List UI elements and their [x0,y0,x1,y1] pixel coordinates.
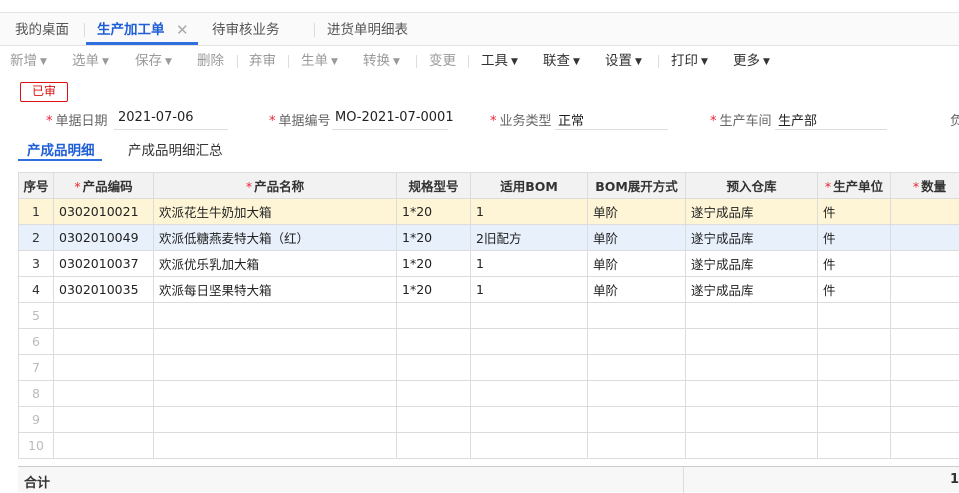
table-row-empty[interactable]: 7 [19,355,959,381]
table-row-empty[interactable]: 5 [19,303,959,329]
active-tab-indicator [86,42,198,45]
toolbar-divider [658,55,659,68]
doc-no-underline [332,129,448,130]
col-product-name[interactable]: *产品名称 [154,173,397,199]
workshop-label: *生产车间 [710,110,772,129]
total-label: 合计 [24,472,50,491]
table-row[interactable]: 2 0302010049 欢派低糖燕麦特大箱（红） 1*20 2旧配方 单阶 遂… [19,225,959,251]
workshop-underline [775,129,887,130]
tab-purchase-detail[interactable]: 进货单明细表 [327,13,408,45]
col-product-code[interactable]: *产品编码 [54,173,154,199]
col-unit[interactable]: *生产单位 [818,173,891,199]
settings-menu[interactable]: 设置▼ [605,46,642,76]
doc-date-label: *单据日期 [46,110,108,129]
chevron-down-icon: ▼ [165,57,172,67]
select-order-button[interactable]: 选单▼ [72,46,109,76]
doc-no-field[interactable]: MO-2021-07-0001 [335,110,454,125]
chevron-down-icon: ▼ [635,57,642,67]
subtab-product-detail[interactable]: 产成品明细 [27,139,95,159]
col-spec[interactable]: 规格型号 [397,173,471,199]
chevron-down-icon: ▼ [102,57,109,67]
tools-menu[interactable]: 工具▼ [481,46,518,76]
table-row-empty[interactable]: 10 [19,433,959,459]
total-row: 合计 1 [18,466,959,492]
save-button[interactable]: 保存▼ [135,46,172,76]
more-menu[interactable]: 更多▼ [733,46,770,76]
change-button[interactable]: 变更 [429,46,456,76]
status-badge: 已审 [20,82,68,102]
table-row-empty[interactable]: 6 [19,329,959,355]
chevron-down-icon: ▼ [573,57,580,67]
tab-desktop[interactable]: 我的桌面 [15,13,69,45]
col-index[interactable]: 序号 [19,173,54,199]
tab-production-order[interactable]: 生产加工单 [97,13,165,45]
doc-date-field[interactable]: 2021-07-06 [118,110,194,125]
generate-order-button[interactable]: 生单▼ [301,46,338,76]
col-warehouse[interactable]: 预入仓库 [686,173,818,199]
tab-pending-review[interactable]: 待审核业务 [212,13,280,45]
table-row[interactable]: 1 0302010021 欢派花生牛奶加大箱 1*20 1 单阶 遂宁成品库 件 [19,199,959,225]
responsible-label: 负 [950,110,959,129]
table-row[interactable]: 4 0302010035 欢派每日坚果特大箱 1*20 1 单阶 遂宁成品库 件 [19,277,959,303]
delete-button[interactable]: 删除 [197,46,224,76]
total-divider [683,467,684,493]
table-row-empty[interactable]: 9 [19,407,959,433]
tab-divider [84,23,85,37]
toolbar-divider [468,55,469,68]
add-button[interactable]: 新增▼ [10,46,47,76]
tab-bar: 我的桌面 生产加工单 ✕ 待审核业务 进货单明细表 [0,13,959,46]
table-row[interactable]: 3 0302010037 欢派优乐乳加大箱 1*20 1 单阶 遂宁成品库 件 [19,251,959,277]
chevron-down-icon: ▼ [331,57,338,67]
biz-type-underline [555,129,668,130]
abandon-review-button[interactable]: 弃审 [249,46,276,76]
doc-date-underline [114,129,228,130]
product-detail-table: 序号 *产品编码 *产品名称 规格型号 适用BOM BOM展开方式 预入仓库 *… [18,172,959,459]
col-quantity[interactable]: *数量 [891,173,959,199]
total-quantity: 1 [950,472,959,487]
toolbar-divider [237,55,238,68]
table-header-row: 序号 *产品编码 *产品名称 规格型号 适用BOM BOM展开方式 预入仓库 *… [19,173,959,199]
toolbar: 新增▼ 选单▼ 保存▼ 删除 弃审 生单▼ 转换▼ 变更 工具▼ 联查▼ 设置▼… [0,46,959,76]
col-bom-expand[interactable]: BOM展开方式 [588,173,686,199]
convert-button[interactable]: 转换▼ [363,46,400,76]
chevron-down-icon: ▼ [393,57,400,67]
tab-divider [314,23,315,37]
chevron-down-icon: ▼ [701,57,708,67]
toolbar-divider [288,55,289,68]
chevron-down-icon: ▼ [511,57,518,67]
chevron-down-icon: ▼ [763,57,770,67]
toolbar-divider [416,55,417,68]
col-bom[interactable]: 适用BOM [471,173,588,199]
chevron-down-icon: ▼ [40,57,47,67]
table-row-empty[interactable]: 8 [19,381,959,407]
linked-query-menu[interactable]: 联查▼ [543,46,580,76]
workshop-field[interactable]: 生产部 [778,110,817,129]
active-subtab-indicator [18,159,102,161]
doc-no-label: *单据编号 [269,110,331,129]
biz-type-label: *业务类型 [490,110,552,129]
subtab-product-summary[interactable]: 产成品明细汇总 [128,139,223,159]
biz-type-field[interactable]: 正常 [558,110,584,129]
print-menu[interactable]: 打印▼ [671,46,708,76]
